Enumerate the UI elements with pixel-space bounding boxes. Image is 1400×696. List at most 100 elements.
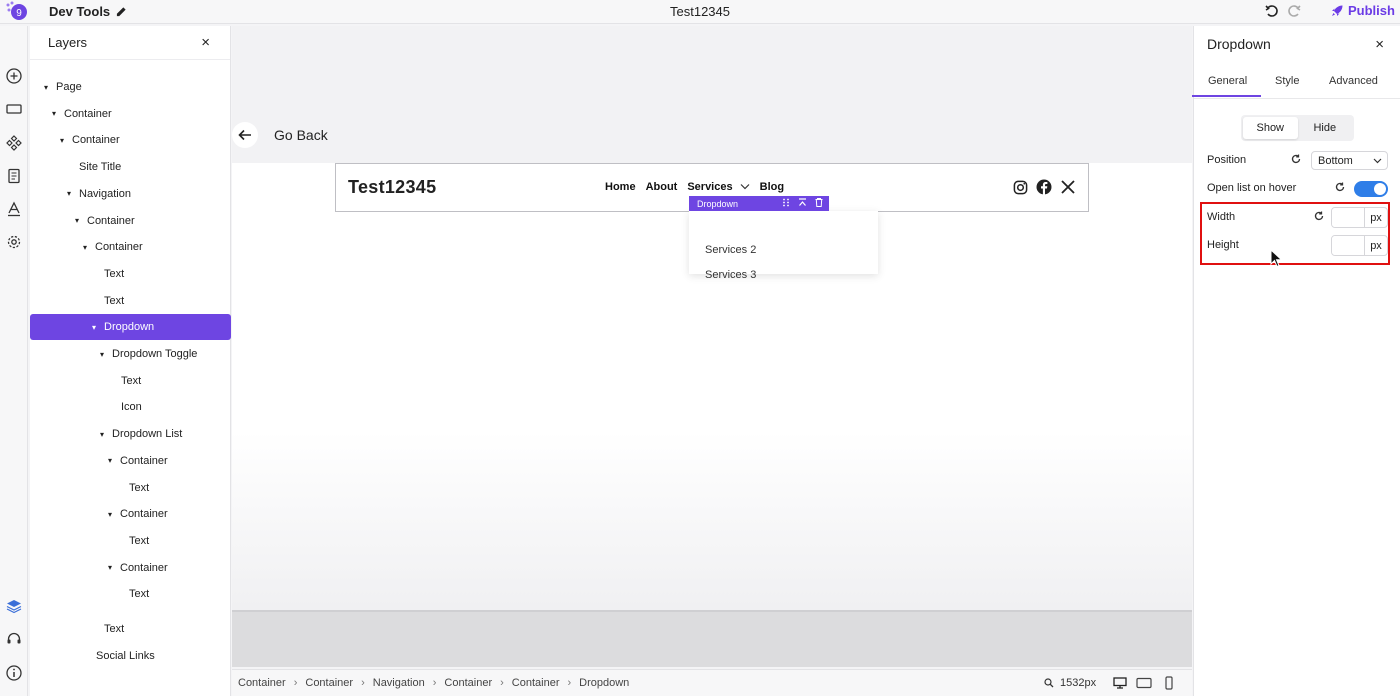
- tab-advanced[interactable]: Advanced: [1329, 75, 1378, 87]
- publish-button[interactable]: Publish: [1330, 3, 1395, 18]
- caret-down-icon[interactable]: ▾: [100, 350, 106, 359]
- layer-tree-item[interactable]: Text: [30, 528, 231, 554]
- instagram-icon[interactable]: [1012, 179, 1028, 195]
- layer-tree-item[interactable]: Icon: [30, 394, 231, 420]
- settings-gear-icon[interactable]: [5, 233, 23, 251]
- reset-hover-icon[interactable]: [1335, 182, 1345, 195]
- breadcrumb-item[interactable]: Container: [305, 677, 353, 689]
- nav-home[interactable]: Home: [605, 181, 636, 193]
- caret-down-icon[interactable]: ▾: [44, 83, 50, 92]
- zoom-control[interactable]: 1532px: [1044, 677, 1096, 689]
- caret-down-icon[interactable]: ▾: [60, 136, 66, 145]
- mobile-icon[interactable]: [1161, 676, 1177, 690]
- layer-tree-item[interactable]: ▾ Container: [30, 501, 231, 527]
- delete-icon[interactable]: [815, 198, 823, 209]
- caret-down-icon[interactable]: ▾: [108, 456, 114, 465]
- desktop-icon[interactable]: [1112, 676, 1128, 690]
- undo-icon[interactable]: [1264, 3, 1280, 19]
- layer-tree-item[interactable]: ▾ Page: [30, 74, 231, 100]
- layer-tree-item[interactable]: Text: [30, 475, 231, 501]
- layer-tree-item[interactable]: Text: [30, 288, 231, 314]
- chevron-down-icon: [1373, 156, 1382, 166]
- redo-icon[interactable]: [1286, 3, 1302, 19]
- layer-tree-item[interactable]: ▾ Container: [30, 448, 231, 474]
- breadcrumb-item[interactable]: Dropdown: [579, 677, 629, 689]
- pages-icon[interactable]: [5, 167, 23, 185]
- layers-icon[interactable]: [5, 597, 23, 615]
- caret-down-icon[interactable]: ▾: [108, 563, 114, 572]
- canvas[interactable]: Go Back Test12345 Home About Services Bl…: [232, 26, 1192, 667]
- inspector-title: Dropdown: [1207, 36, 1271, 52]
- layers-title: Layers: [48, 35, 88, 50]
- caret-down-icon[interactable]: ▾: [108, 510, 114, 519]
- layer-tree-item[interactable]: Text: [30, 581, 231, 607]
- position-select[interactable]: Bottom: [1311, 151, 1388, 170]
- select-parent-icon[interactable]: [798, 198, 807, 209]
- breadcrumb-item[interactable]: Navigation: [373, 677, 425, 689]
- go-back-button[interactable]: Go Back: [232, 122, 328, 148]
- caret-down-icon[interactable]: ▾: [75, 216, 81, 225]
- caret-down-icon[interactable]: ▾: [100, 430, 106, 439]
- x-twitter-icon[interactable]: [1060, 179, 1076, 195]
- tab-style[interactable]: Style: [1275, 75, 1299, 87]
- layer-tree-item[interactable]: Social Links: [30, 643, 231, 669]
- layer-tree-item[interactable]: ▾ Container: [30, 234, 231, 260]
- hover-toggle-switch[interactable]: [1354, 181, 1388, 197]
- nav-services-toggle[interactable]: Services: [687, 181, 750, 193]
- dropdown-item-services-2[interactable]: Services 2: [705, 244, 756, 256]
- layout-icon[interactable]: [5, 100, 23, 118]
- typography-icon[interactable]: [5, 200, 23, 218]
- site-title[interactable]: Test12345: [348, 177, 436, 198]
- layer-label: Text: [129, 481, 150, 494]
- caret-down-icon[interactable]: ▾: [92, 323, 98, 332]
- layer-tree-item[interactable]: ▾ Container: [30, 101, 231, 127]
- caret-down-icon[interactable]: ▾: [83, 243, 89, 252]
- add-icon[interactable]: [5, 67, 23, 85]
- drag-handle-icon[interactable]: [782, 198, 790, 209]
- canvas-top-area: [232, 26, 1192, 163]
- caret-down-icon[interactable]: ▾: [67, 189, 73, 198]
- layer-tree-item[interactable]: ▾ Navigation: [30, 181, 231, 207]
- app-logo-icon[interactable]: 9: [4, 0, 28, 22]
- chevron-right-icon: ›: [293, 677, 298, 689]
- publish-label: Publish: [1348, 3, 1395, 18]
- layer-tree-item[interactable]: ▾ Dropdown: [30, 314, 231, 341]
- layer-tree-item[interactable]: Site Title: [30, 154, 231, 180]
- breadcrumb-item[interactable]: Container: [238, 677, 286, 689]
- layer-label: Text: [121, 374, 142, 387]
- dropdown-item-services-3[interactable]: Services 3: [705, 269, 756, 281]
- nav-about[interactable]: About: [646, 181, 678, 193]
- support-headset-icon[interactable]: [5, 630, 23, 648]
- layer-tree-item[interactable]: Text: [30, 368, 231, 394]
- layer-tree-item[interactable]: ▾ Container: [30, 555, 231, 581]
- tab-general[interactable]: General: [1191, 75, 1262, 97]
- pencil-icon[interactable]: [116, 6, 127, 17]
- layer-tree-item[interactable]: ▾ Dropdown Toggle: [30, 341, 231, 367]
- layer-label: Container: [64, 107, 112, 120]
- layer-tree-item[interactable]: ▾ Container: [30, 127, 231, 153]
- layer-tree-item[interactable]: Text: [30, 261, 231, 287]
- chevron-right-icon: ›: [567, 677, 572, 689]
- top-bar: 9 Dev Tools Test12345 Publish: [0, 0, 1400, 24]
- tablet-icon[interactable]: [1136, 676, 1152, 690]
- info-icon[interactable]: [5, 664, 23, 682]
- layer-tree-item[interactable]: ▾ Container: [30, 208, 231, 234]
- app-title-text: Dev Tools: [49, 4, 111, 19]
- hide-option[interactable]: Hide: [1298, 117, 1353, 139]
- reset-position-icon[interactable]: [1291, 154, 1301, 167]
- layers-panel: Layers × ▾ Page ▾ Container ▾ Container Site T…: [30, 26, 231, 696]
- breadcrumb-item[interactable]: Container: [512, 677, 560, 689]
- facebook-icon[interactable]: [1036, 179, 1052, 195]
- components-icon[interactable]: [5, 134, 23, 152]
- layer-tree-item[interactable]: ▾ Dropdown List: [30, 421, 231, 447]
- close-layers-icon[interactable]: ×: [201, 34, 210, 51]
- layer-label: Text: [104, 267, 125, 280]
- close-inspector-icon[interactable]: ×: [1375, 36, 1384, 53]
- breadcrumb-item[interactable]: Container: [444, 677, 492, 689]
- show-option[interactable]: Show: [1243, 117, 1298, 139]
- nav-services-label: Services: [687, 181, 733, 193]
- caret-down-icon[interactable]: ▾: [52, 109, 58, 118]
- layer-tree-item[interactable]: Text: [30, 616, 231, 642]
- layer-label: Container: [87, 214, 135, 227]
- nav-blog[interactable]: Blog: [760, 181, 784, 193]
